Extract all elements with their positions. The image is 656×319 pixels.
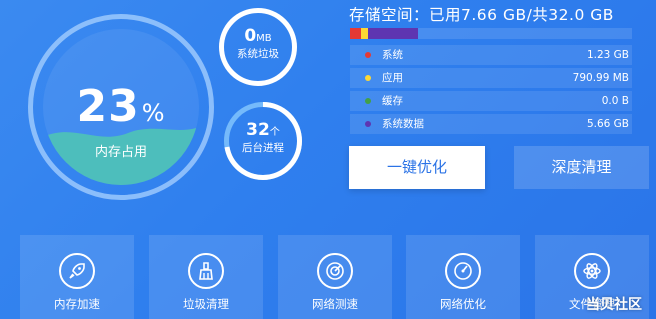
system-data-color-dot xyxy=(365,121,371,127)
junk-value: 0MB xyxy=(244,26,272,46)
tile-label: 网络测速 xyxy=(312,297,358,311)
broom-icon xyxy=(188,253,224,289)
tile-network-optimize[interactable]: 网络优化 xyxy=(406,235,520,319)
process-progress-arc xyxy=(224,102,302,180)
storage-item-value: 0.0 B xyxy=(601,95,629,107)
junk-label: 系统垃圾 xyxy=(237,48,279,60)
memory-percent: 23% xyxy=(76,81,166,132)
tile-label: 垃圾清理 xyxy=(183,297,229,311)
storage-item-label: 缓存 xyxy=(382,95,403,107)
storage-item-value: 1.23 GB xyxy=(586,49,629,61)
watermark: 当贝社区 xyxy=(586,297,642,313)
rocket-icon xyxy=(59,253,95,289)
atom-icon xyxy=(574,253,610,289)
memory-label: 内存占用 xyxy=(94,145,147,160)
storage-item-value: 5.66 GB xyxy=(586,118,629,130)
tile-label: 网络优化 xyxy=(440,297,486,311)
one-click-optimize-button[interactable]: 一键优化 xyxy=(349,146,485,189)
storage-title: 存储空间：已用7.66 GB/共32.0 GB xyxy=(349,6,614,24)
tile-memory-boost[interactable]: 内存加速 xyxy=(20,235,134,319)
storage-item-label: 系统 xyxy=(382,49,403,61)
storage-row-system-data: 系统数据 5.66 GB xyxy=(350,114,632,134)
cache-color-dot xyxy=(365,98,371,104)
deep-clean-button[interactable]: 深度清理 xyxy=(514,146,649,189)
junk-ring[interactable]: 0MB 系统垃圾 xyxy=(219,8,297,86)
memory-gauge: 23% 内存占用 xyxy=(28,14,214,200)
storage-item-label: 应用 xyxy=(382,72,403,84)
storage-row-cache: 缓存 0.0 B xyxy=(350,91,632,111)
tile-label: 内存加速 xyxy=(54,297,100,311)
tile-junk-clean[interactable]: 垃圾清理 xyxy=(149,235,263,319)
apps-color-dot xyxy=(365,75,371,81)
speedometer-icon xyxy=(445,253,481,289)
storage-usage-bar xyxy=(350,28,632,39)
tile-speed-test[interactable]: 网络测速 xyxy=(278,235,392,319)
storage-row-apps: 应用 790.99 MB xyxy=(350,68,632,88)
radar-icon xyxy=(317,253,353,289)
storage-item-value: 790.99 MB xyxy=(572,72,629,84)
storage-bar-segment xyxy=(367,28,418,39)
storage-item-label: 系统数据 xyxy=(382,118,424,130)
system-color-dot xyxy=(365,52,371,58)
storage-bar-segment xyxy=(350,28,361,39)
storage-row-system: 系统 1.23 GB xyxy=(350,45,632,65)
storage-bar-segment xyxy=(360,28,368,39)
